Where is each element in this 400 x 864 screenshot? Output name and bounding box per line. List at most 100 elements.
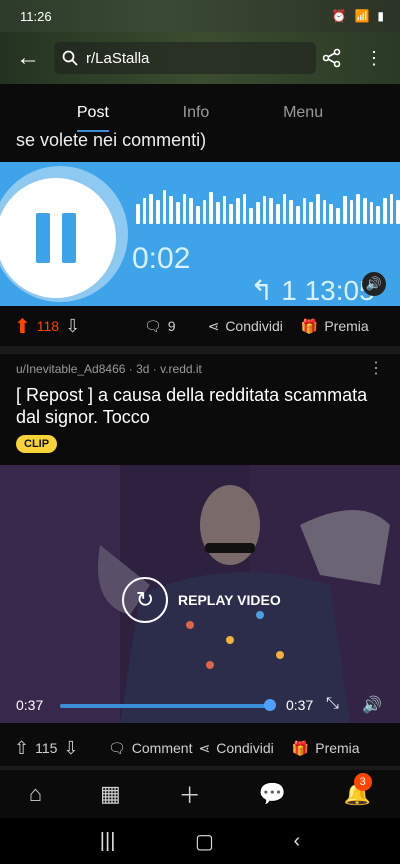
pause-icon bbox=[62, 213, 76, 263]
award-button[interactable]: 🎁 Premia bbox=[301, 318, 369, 335]
kebab-icon: ⋮ bbox=[368, 360, 384, 377]
back-button[interactable]: ← bbox=[8, 38, 48, 78]
reply-arrow-icon: ↰ bbox=[250, 275, 282, 306]
comments-button[interactable]: 🗨 9 bbox=[144, 318, 176, 335]
volume-icon[interactable]: 🔊 bbox=[362, 272, 386, 296]
nav-divider bbox=[0, 766, 400, 770]
audio-bottom-text: ↰ 1 13:05 bbox=[250, 274, 375, 306]
waveform-bar bbox=[309, 202, 314, 224]
subreddit-tabs: Post Info Menu bbox=[0, 96, 400, 132]
status-time: 11:26 bbox=[20, 8, 52, 24]
waveform-bar bbox=[149, 194, 154, 224]
bottom-nav: ⌂ ▦ ＋ 💬 🔔 3 bbox=[0, 772, 400, 816]
notifications-button[interactable]: 🔔 3 bbox=[344, 773, 372, 807]
video-player[interactable]: ↻ REPLAY VIDEO 0:37 0:37 ⤡ 🔊 bbox=[0, 465, 400, 723]
fullscreen-icon[interactable]: ⤡ bbox=[326, 695, 339, 713]
vote-count: 118 bbox=[36, 318, 60, 334]
downvote-icon[interactable]: ⇩ bbox=[63, 738, 78, 759]
video-current-time: 0:37 bbox=[16, 697, 44, 713]
waveform-bar bbox=[382, 198, 387, 224]
waveform-bar bbox=[329, 204, 334, 224]
vote-group: ⇧ 115 ⇩ bbox=[14, 738, 94, 759]
waveform-bar bbox=[349, 200, 354, 224]
post-divider bbox=[0, 346, 400, 354]
comments-button[interactable]: 🗨 Comment bbox=[108, 740, 192, 757]
waveform-bar bbox=[376, 206, 380, 224]
video-progress-bar[interactable] bbox=[60, 704, 270, 708]
comment-icon: 🗨 bbox=[108, 739, 126, 756]
waveform-bar bbox=[169, 196, 174, 224]
search-text: r/LaStalla bbox=[86, 49, 150, 67]
recents-icon[interactable]: ||| bbox=[100, 830, 116, 853]
comment-icon: 🗨 bbox=[144, 317, 162, 334]
replay-icon: ↻ bbox=[122, 577, 168, 623]
audio-player-image[interactable]: 0:02 ↰ 1 13:05 🔊 bbox=[0, 162, 400, 306]
replay-label: REPLAY VIDEO bbox=[178, 592, 281, 608]
waveform-bar bbox=[356, 194, 360, 224]
tab-menu[interactable]: Menu bbox=[283, 96, 323, 132]
waveform-bar bbox=[262, 196, 267, 224]
post-meta[interactable]: u/Inevitable_Ad8466 · 3d · v.redd.it bbox=[16, 362, 202, 376]
waveform-bar bbox=[229, 204, 234, 224]
flair-badge[interactable]: CLIP bbox=[16, 435, 58, 453]
share-icon: ⋖ bbox=[198, 739, 211, 756]
share-icon bbox=[322, 48, 341, 68]
home-icon[interactable]: ⌂ bbox=[29, 781, 42, 807]
search-icon bbox=[62, 50, 78, 66]
gift-icon: 🎁 bbox=[300, 317, 319, 334]
kebab-icon: ⋮ bbox=[365, 47, 383, 68]
waveform-bar bbox=[156, 200, 160, 224]
waveform-bar bbox=[302, 198, 307, 224]
audio-bottom-label: 1 13:05 bbox=[281, 275, 375, 306]
search-input[interactable]: r/LaStalla bbox=[54, 42, 316, 74]
share-post-button[interactable]: ⋖ Condividi bbox=[198, 740, 273, 757]
volume-icon[interactable]: 🔊 bbox=[362, 695, 382, 715]
pause-button[interactable] bbox=[0, 178, 116, 298]
create-icon[interactable]: ＋ bbox=[179, 778, 201, 810]
waveform-bar bbox=[362, 198, 367, 224]
waveform-bar bbox=[162, 190, 167, 224]
share-post-button[interactable]: ⋖ Condividi bbox=[208, 318, 283, 335]
comment-count: 9 bbox=[167, 318, 176, 334]
audio-time: 0:02 bbox=[132, 242, 191, 275]
status-icons: ⏰ 📶 ▮ bbox=[331, 9, 384, 23]
waveform-bar bbox=[296, 206, 300, 224]
downvote-icon[interactable]: ⇩ bbox=[65, 316, 80, 337]
award-button[interactable]: 🎁 Premia bbox=[292, 740, 360, 757]
waveform-bar bbox=[136, 204, 140, 224]
share-label: Condividi bbox=[216, 740, 274, 756]
waveform-bar bbox=[236, 198, 240, 224]
waveform-bar bbox=[182, 194, 187, 224]
waveform-bar bbox=[176, 202, 180, 224]
chat-icon[interactable]: 💬 bbox=[258, 781, 285, 807]
post-title[interactable]: [ Repost ] a causa della redditata scamm… bbox=[16, 384, 376, 428]
notification-badge: 3 bbox=[353, 773, 372, 791]
audio-waveform bbox=[136, 190, 400, 224]
waveform-bar bbox=[396, 200, 400, 224]
upvote-icon[interactable]: ⇧ bbox=[14, 738, 29, 759]
waveform-bar bbox=[249, 208, 254, 224]
system-back-icon[interactable]: ‹ bbox=[294, 830, 301, 853]
alarm-icon: ⏰ bbox=[331, 9, 347, 23]
waveform-bar bbox=[289, 200, 294, 224]
system-nav: ||| ▢ ‹ bbox=[0, 818, 400, 864]
status-bar: 11:26 ⏰ 📶 ▮ bbox=[0, 0, 400, 32]
video-scrubber[interactable] bbox=[264, 699, 276, 711]
more-options-button[interactable]: ⋮ bbox=[362, 46, 386, 70]
post-more-button[interactable]: ⋮ bbox=[368, 358, 384, 378]
waveform-bar bbox=[282, 194, 287, 224]
video-total-time: 0:37 bbox=[286, 697, 314, 713]
waveform-bar bbox=[142, 198, 147, 224]
replay-button[interactable]: ↻ REPLAY VIDEO bbox=[122, 577, 281, 623]
home-circle-icon[interactable]: ▢ bbox=[195, 829, 214, 854]
waveform-bar bbox=[336, 208, 340, 224]
tab-info[interactable]: Info bbox=[183, 96, 210, 132]
upvote-icon[interactable]: ⬆ bbox=[14, 314, 31, 339]
share-button[interactable] bbox=[320, 46, 344, 70]
gift-icon: 🎁 bbox=[291, 739, 310, 756]
wifi-icon: 📶 bbox=[354, 9, 370, 23]
communities-icon[interactable]: ▦ bbox=[100, 781, 121, 807]
arrow-left-icon: ← bbox=[16, 44, 40, 71]
tab-post[interactable]: Post bbox=[76, 96, 109, 132]
waveform-bar bbox=[216, 202, 220, 224]
